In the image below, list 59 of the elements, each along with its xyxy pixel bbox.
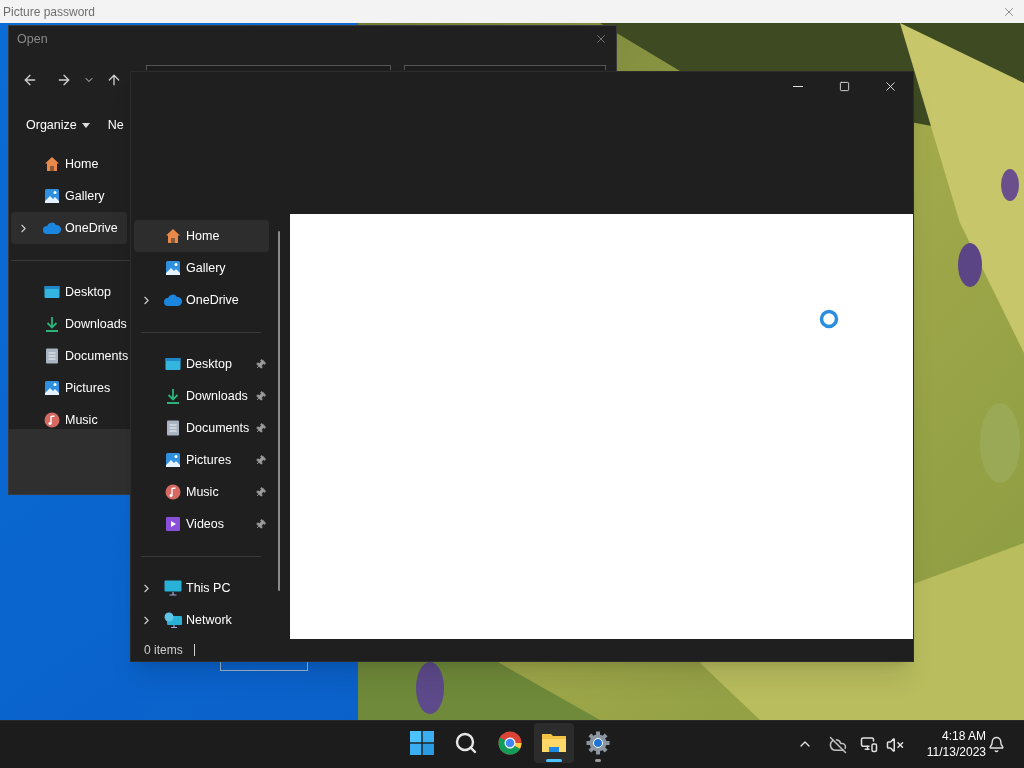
cloud-icon [164, 294, 182, 306]
arrow-right-icon [56, 72, 72, 88]
desktop-icon [44, 285, 60, 299]
image-icon [165, 260, 181, 276]
cloud-off-icon[interactable] [829, 736, 847, 754]
sidebar-item[interactable]: Pictures [11, 372, 127, 404]
volume-muted-icon[interactable] [886, 736, 904, 754]
sidebar-item[interactable]: This PC [134, 572, 269, 604]
taskbar-app-button[interactable] [534, 723, 574, 763]
search-icon [454, 731, 478, 755]
toolbar-button[interactable]: Ne [107, 115, 124, 135]
download-icon [44, 316, 60, 332]
sidebar-item[interactable]: OneDrive [134, 284, 269, 316]
house-icon [165, 228, 181, 244]
windows-logo-icon [410, 731, 434, 755]
sidebar-item[interactable]: Documents [134, 412, 269, 444]
sidebar-item[interactable]: Network [134, 604, 269, 636]
browser-icon [498, 731, 522, 755]
close-icon [594, 32, 608, 46]
sidebar-item[interactable]: Downloads [11, 308, 127, 340]
image-icon [44, 188, 60, 204]
sidebar-item[interactable]: OneDrive [11, 212, 127, 244]
notifications-icon[interactable] [988, 736, 1005, 753]
image-icon [44, 380, 60, 396]
desktop-icon [165, 357, 181, 371]
sidebar-item[interactable]: Pictures [134, 444, 269, 476]
house-icon [44, 156, 60, 172]
clock[interactable]: 4:18 AM 11/13/2023 [914, 728, 986, 760]
sidebar-item[interactable]: Music [134, 476, 269, 508]
image-icon [165, 452, 181, 468]
sidebar-item[interactable]: Downloads [134, 380, 269, 412]
gear-icon [586, 731, 610, 755]
sidebar-item[interactable]: Home [11, 148, 127, 180]
cloud-icon [43, 222, 61, 234]
document-icon [45, 348, 59, 364]
sidebar-item[interactable]: Desktop [134, 348, 269, 380]
network-icon [164, 612, 182, 628]
sidebar-item[interactable]: Desktop [11, 276, 127, 308]
sidebar-item[interactable]: Home [134, 220, 269, 252]
status-text: 0 items [144, 642, 183, 659]
minimize-icon [793, 85, 803, 87]
music-note-icon [165, 484, 181, 500]
folder-icon [541, 731, 567, 755]
network-status-icon[interactable] [860, 735, 878, 753]
dialog-title: Open [17, 30, 48, 48]
sidebar-item[interactable]: Gallery [11, 180, 127, 212]
scrollbar[interactable] [278, 231, 280, 591]
top-bar-title: Picture password [3, 3, 96, 21]
download-icon [165, 388, 181, 404]
sidebar-item[interactable]: Videos [134, 508, 269, 540]
close-button[interactable] [594, 32, 608, 46]
monitor-icon [164, 580, 182, 596]
sidebar-item[interactable]: Gallery [134, 252, 269, 284]
document-icon [166, 420, 180, 436]
maximize-icon [838, 80, 850, 92]
toolbar-menu-button[interactable]: Organize [26, 115, 90, 135]
music-note-icon [44, 412, 60, 428]
sidebar-item[interactable]: Documents [11, 340, 127, 372]
video-icon [165, 516, 181, 532]
